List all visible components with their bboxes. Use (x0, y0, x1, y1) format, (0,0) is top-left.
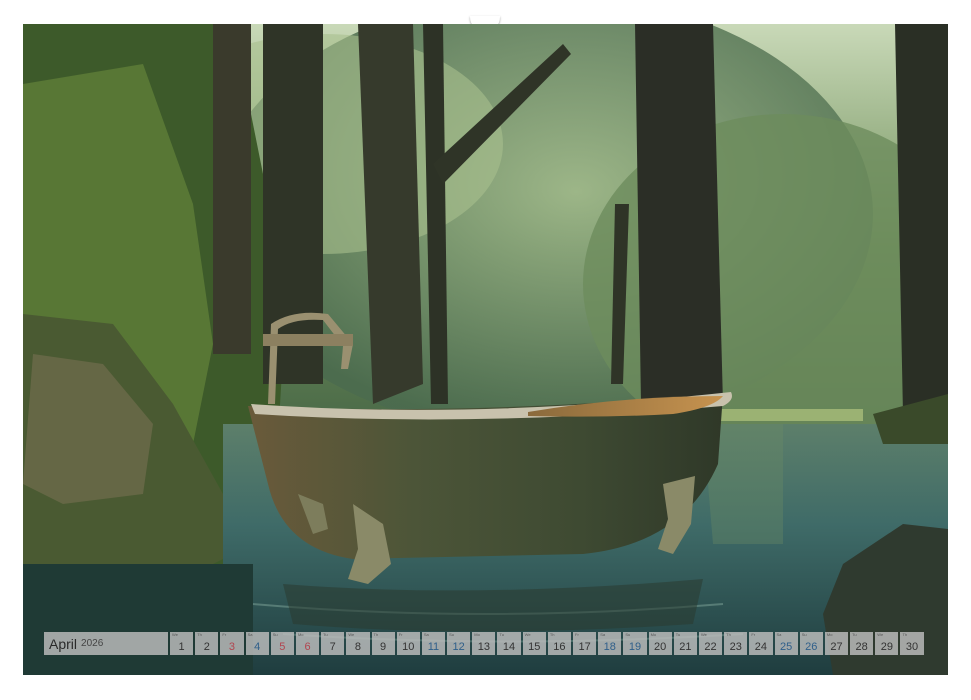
day-cell: We 29 (875, 632, 899, 655)
day-number: 8 (354, 641, 361, 653)
day-weekday: Th (902, 632, 908, 637)
day-cell: Tu 28 (850, 632, 874, 655)
day-cell: Tu 21 (673, 632, 697, 655)
day-number: 30 (905, 641, 919, 653)
day-number: 17 (578, 641, 591, 653)
day-cell: Mo 6 (295, 632, 320, 655)
day-weekday: Mo (650, 632, 657, 637)
day-cell: Th 23 (724, 632, 748, 655)
day-number: 2 (203, 641, 210, 653)
day-cell: Su 19 (623, 632, 647, 655)
month-label: April 2026 (44, 632, 168, 655)
day-cell: Fr 3 (220, 632, 244, 655)
day-number: 23 (729, 641, 742, 653)
day-number: 12 (452, 641, 465, 653)
day-number: 27 (830, 641, 843, 653)
day-weekday: We (524, 632, 531, 637)
day-number: 5 (279, 641, 286, 653)
day-weekday: Mo (826, 632, 833, 637)
day-weekday: Th (726, 632, 731, 637)
day-cell: Sa 18 (598, 632, 622, 655)
day-number: 20 (654, 641, 667, 653)
day-weekday: Fr (575, 632, 579, 637)
day-number: 29 (880, 641, 893, 653)
month-year: 2026 (81, 638, 104, 649)
day-cell: Th 9 (371, 632, 395, 655)
day-number: 6 (304, 641, 311, 653)
day-cell: Su 12 (447, 632, 471, 655)
day-weekday: Sa (776, 632, 782, 637)
day-cell: Tu 7 (321, 632, 345, 655)
day-number: 25 (779, 641, 793, 653)
day-weekday: Tu (675, 632, 681, 637)
day-number: 9 (380, 641, 387, 653)
day-number: 21 (679, 641, 692, 653)
day-weekday: Mo (474, 632, 480, 637)
day-weekday: We (700, 632, 707, 637)
day-number: 15 (528, 641, 541, 653)
day-weekday: Fr (222, 632, 227, 637)
day-weekday: Tu (499, 632, 504, 637)
day-number: 22 (704, 641, 717, 653)
day-number: 16 (553, 641, 566, 653)
day-cell: We 15 (522, 632, 546, 655)
day-cell: We 8 (346, 632, 370, 655)
day-number: 10 (402, 641, 415, 653)
month-name: April (49, 635, 78, 652)
day-weekday: Sa (423, 632, 429, 637)
day-cell: Fr 10 (396, 632, 420, 655)
day-number: 13 (477, 641, 490, 653)
day-number: 3 (228, 641, 236, 653)
calendar-month-strip: April 2026 We 1 Th 2 Fr 3 Sa 4 Su 5 Mo 6 Tu 7 We 8 Th 9 Fr… (44, 632, 924, 655)
day-cell: We 1 (170, 632, 194, 655)
day-weekday: We (348, 632, 355, 637)
day-cell: Sa 11 (421, 632, 446, 655)
day-weekday: Th (373, 632, 379, 637)
day-weekday: We (172, 632, 178, 637)
day-weekday: Tu (323, 632, 328, 637)
day-cell: Th 30 (900, 632, 924, 655)
day-cell: Mo 13 (472, 632, 496, 655)
day-number: 4 (254, 641, 261, 653)
day-number: 26 (805, 641, 818, 653)
day-number: 28 (855, 641, 868, 653)
day-weekday: Sa (247, 632, 253, 637)
day-weekday: Su (625, 632, 631, 637)
day-weekday: Tu (852, 632, 857, 637)
day-number: 7 (329, 641, 336, 653)
day-cell: Su 5 (270, 632, 294, 655)
day-cell: Su 26 (799, 632, 823, 655)
day-weekday: We (877, 632, 884, 637)
day-number: 1 (178, 641, 185, 653)
day-number: 11 (427, 641, 440, 653)
photo-illustration (23, 24, 948, 675)
day-number: 14 (502, 641, 516, 653)
day-weekday: Su (449, 632, 454, 637)
calendar-photo (23, 24, 948, 675)
day-weekday: Su (272, 632, 278, 637)
day-number: 24 (754, 641, 768, 653)
day-cell: Sa 25 (774, 632, 798, 655)
day-cell: Fr 17 (573, 632, 597, 655)
day-cell: Mo 20 (648, 632, 672, 655)
day-weekday: Th (549, 632, 555, 637)
day-weekday: Su (801, 632, 807, 637)
day-weekday: Sa (600, 632, 606, 637)
day-weekday: Mo (297, 632, 304, 637)
day-number: 19 (628, 641, 642, 653)
day-cell: Sa 4 (245, 632, 269, 655)
day-cell: Mo 27 (824, 632, 849, 655)
day-number: 18 (603, 641, 616, 653)
day-cell: Th 16 (547, 632, 571, 655)
day-weekday: Th (197, 632, 202, 637)
day-cell: Th 2 (195, 632, 219, 655)
day-cell: We 22 (698, 632, 723, 655)
day-weekday: Fr (398, 632, 403, 637)
day-weekday: Fr (751, 632, 756, 637)
day-cell: Tu 14 (497, 632, 521, 655)
day-cell: Fr 24 (749, 632, 773, 655)
day-cells: We 1 Th 2 Fr 3 Sa 4 Su 5 Mo 6 Tu 7 We 8 Th 9 Fr 10 Sa 11 Su 12 M… (170, 632, 924, 655)
